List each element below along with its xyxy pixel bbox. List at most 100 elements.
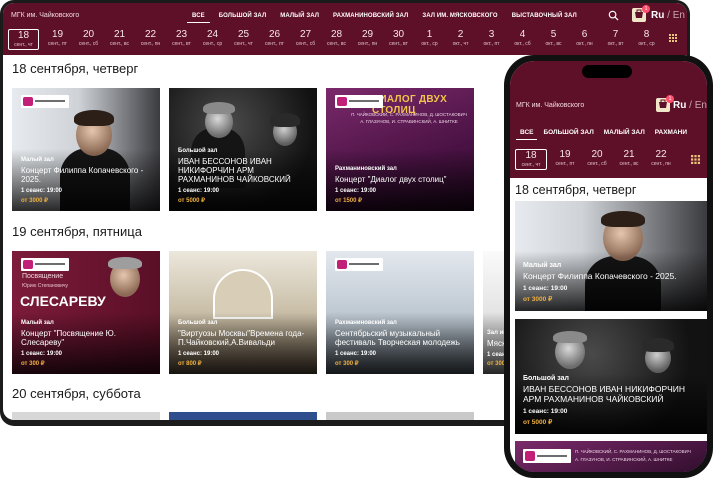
- lang-separator: /: [667, 10, 670, 21]
- date-day: 26: [268, 29, 281, 40]
- event-card[interactable]: Большой зал ИВАН БЕССОНОВ ИВАН НИКИФОРЧИ…: [169, 88, 317, 211]
- lang-ru[interactable]: Ru: [651, 10, 664, 21]
- date-item[interactable]: 26 сент., пт: [259, 29, 290, 50]
- language-switch[interactable]: Ru / En: [673, 100, 707, 111]
- event-session[interactable]: 1 сеанс: 19:00: [178, 188, 311, 194]
- lang-en[interactable]: En: [673, 10, 685, 21]
- date-item[interactable]: 19 сент., пт: [42, 29, 73, 50]
- date-weekday: окт., пн: [576, 41, 593, 47]
- event-card[interactable]: ДИАЛОГ ДВУХ СТОЛИЦ П. ЧАЙКОВСКИЙ, С. РАХ…: [326, 88, 474, 211]
- event-title[interactable]: ИВАН БЕССОНОВ ИВАН НИКИФОРЧИН АРМ РАХМАН…: [178, 157, 311, 184]
- event-row: Посвящение Юрию Степановичу СЛЕСАРЕВУ Ма…: [12, 251, 523, 374]
- date-weekday: окт., ср: [421, 41, 438, 47]
- event-card[interactable]: Большой зал "Виртуозы Москвы"Времена год…: [169, 251, 317, 374]
- date-item[interactable]: 22 сент., пн: [135, 29, 166, 50]
- cart-icon[interactable]: 1: [632, 5, 650, 22]
- tab-exhibition-hall[interactable]: ВЫСТАВОЧНЫЙ ЗАЛ: [507, 10, 582, 23]
- tab-small-hall[interactable]: МАЛЫЙ ЗАЛ: [275, 10, 324, 23]
- event-hall: Малый зал: [21, 320, 54, 326]
- date-item[interactable]: 6 окт., пн: [569, 29, 600, 50]
- poster-composers-2: А. ГЛАЗУНОВ, И. СТРАВИНСКИЙ, А. ШНИТКЕ: [360, 119, 458, 124]
- date-item[interactable]: 27 сент., сб: [290, 29, 321, 50]
- event-session[interactable]: 1 сеанс: 19:00: [335, 188, 468, 194]
- event-session[interactable]: 1 сеанс: 19:00: [523, 285, 703, 292]
- search-icon[interactable]: [608, 10, 619, 21]
- event-card[interactable]: Большой зал ИВАН БЕССОНОВ ИВАН НИКИФОРЧИ…: [515, 319, 707, 434]
- event-title[interactable]: Концерт Филиппа Копачевского - 2025.: [21, 166, 154, 184]
- date-strip: 18 сент., чт 19 сент., пт 20 сент., сб 21 сент.…: [515, 149, 677, 170]
- date-item[interactable]: 2 окт., чт: [445, 29, 476, 50]
- tab-rachmaninov-hall[interactable]: РАХМАНИ: [651, 126, 691, 140]
- event-title[interactable]: Концерт "Посвящение Ю. Слесареву": [21, 329, 154, 347]
- date-item[interactable]: 5 окт., вс: [538, 29, 569, 50]
- tab-all[interactable]: ВСЕ: [187, 10, 210, 23]
- event-price: от 800 ₽: [178, 361, 202, 367]
- event-card[interactable]: Малый зал Концерт Филиппа Копачевского -…: [12, 88, 160, 211]
- poster-composers: П. ЧАЙКОВСКИЙ, С. РАХМАНИНОВ, Д. ШОСТАКО…: [351, 112, 467, 117]
- event-title[interactable]: ИВАН БЕССОНОВ ИВАН НИКИФОРЧИН АРМ РАХМАН…: [523, 384, 703, 404]
- calendar-icon[interactable]: [691, 155, 700, 164]
- tab-myaskovsky-hall[interactable]: ЗАЛ ИМ. МЯСКОВСКОГО: [417, 10, 502, 23]
- date-weekday: сент., сб: [78, 41, 99, 47]
- event-session[interactable]: 1 сеанс: 19:00: [21, 188, 154, 194]
- date-item[interactable]: 4 окт., сб: [507, 29, 538, 50]
- event-title[interactable]: Сентябрьский музыкальный фестиваль Творч…: [335, 329, 468, 347]
- event-price: от 1500 ₽: [335, 198, 362, 204]
- tab-great-hall[interactable]: БОЛЬШОЙ ЗАЛ: [214, 10, 272, 23]
- tab-rachmaninov-hall[interactable]: РАХМАНИНОВСКИЙ ЗАЛ: [328, 10, 413, 23]
- date-item[interactable]: 29 сент., пн: [352, 29, 383, 50]
- event-title[interactable]: Концерт Филиппа Копачевского - 2025.: [523, 271, 703, 281]
- date-item[interactable]: 8 окт., ср: [631, 29, 662, 50]
- cart-icon[interactable]: 1: [656, 95, 674, 112]
- poster-name: СЛЕСАРЕВУ: [20, 293, 106, 309]
- date-item[interactable]: 7 окт., вт: [600, 29, 631, 50]
- date-item[interactable]: 30 сент., вт: [383, 29, 414, 50]
- date-item[interactable]: 25 сент., чт: [228, 29, 259, 50]
- event-card[interactable]: [169, 412, 317, 420]
- event-title[interactable]: Концерт "Диалог двух столиц": [335, 175, 468, 184]
- lang-en[interactable]: En: [695, 100, 707, 111]
- event-card[interactable]: Малый зал Концерт Филиппа Копачевского -…: [515, 201, 707, 311]
- date-item[interactable]: 19 сент., пт: [549, 149, 581, 170]
- event-card[interactable]: [12, 412, 160, 420]
- date-item[interactable]: 23 сент., вт: [166, 29, 197, 50]
- tab-all[interactable]: ВСЕ: [516, 126, 538, 140]
- calendar-icon[interactable]: [669, 34, 677, 42]
- date-day: 29: [361, 29, 374, 40]
- date-item[interactable]: 1 окт., ср: [414, 29, 445, 50]
- date-day: 19: [559, 149, 571, 160]
- date-item[interactable]: 21 сент., вс: [104, 29, 135, 50]
- date-item[interactable]: 18 сент., чт: [515, 149, 547, 170]
- date-weekday: сент., вс: [326, 41, 347, 47]
- date-weekday: сент., ср: [202, 41, 223, 47]
- tab-small-hall[interactable]: МАЛЫЙ ЗАЛ: [600, 126, 649, 140]
- date-item[interactable]: 20 сент., сб: [581, 149, 613, 170]
- date-item[interactable]: 28 сент., вс: [321, 29, 352, 50]
- event-card[interactable]: П. ЧАЙКОВСКИЙ, С. РАХМАНИНОВ, Д. ШОСТАКО…: [515, 441, 707, 472]
- date-item[interactable]: 21 сент., вс: [613, 149, 645, 170]
- brand-link[interactable]: МГК им. Чайковского: [516, 102, 584, 109]
- date-item[interactable]: 18 сент., чт: [8, 29, 39, 50]
- event-session[interactable]: 1 сеанс: 19:00: [21, 351, 154, 357]
- brand-link[interactable]: МГК им. Чайковского: [11, 12, 79, 19]
- hall-logo: [335, 258, 383, 271]
- event-session[interactable]: 1 сеанс: 19:00: [178, 351, 311, 357]
- event-title[interactable]: "Виртуозы Москвы"Времена года-П.Чайковск…: [178, 329, 311, 347]
- date-item[interactable]: 22 сент., пн: [645, 149, 677, 170]
- date-day: 8: [643, 29, 650, 40]
- event-session[interactable]: 1 сеанс: 19:00: [523, 408, 703, 415]
- date-weekday: сент., пт: [48, 41, 67, 47]
- event-session[interactable]: 1 сеанс: 19:00: [335, 351, 468, 357]
- tab-great-hall[interactable]: БОЛЬШОЙ ЗАЛ: [539, 126, 597, 140]
- event-card[interactable]: Посвящение Юрию Степановичу СЛЕСАРЕВУ Ма…: [12, 251, 160, 374]
- lang-ru[interactable]: Ru: [673, 100, 686, 111]
- language-switch[interactable]: Ru / En: [651, 10, 685, 21]
- date-day: 2: [457, 29, 464, 40]
- event-card[interactable]: [326, 412, 474, 420]
- date-item[interactable]: 24 сент., ср: [197, 29, 228, 50]
- event-card[interactable]: Рахманиновский зал Сентябрьский музыкаль…: [326, 251, 474, 374]
- date-item[interactable]: 3 окт., пт: [476, 29, 507, 50]
- date-day: 27: [299, 29, 312, 40]
- date-item[interactable]: 20 сент., сб: [73, 29, 104, 50]
- hall-filter-tabs: ВСЕ БОЛЬШОЙ ЗАЛ МАЛЫЙ ЗАЛ РАХМАНИНОВСКИЙ…: [187, 10, 582, 23]
